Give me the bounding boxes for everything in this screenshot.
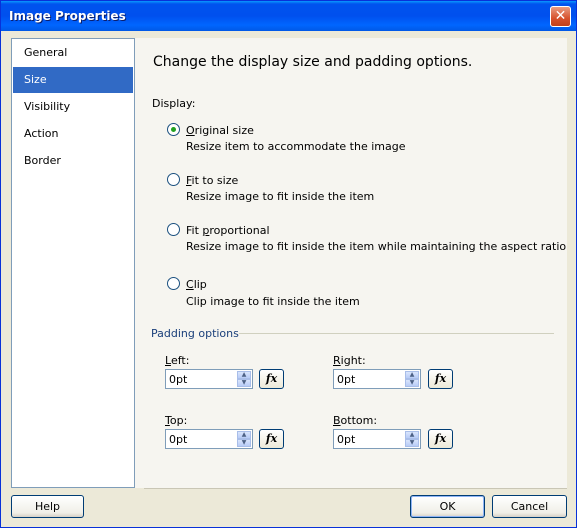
page-title: Change the display size and padding opti… bbox=[153, 54, 473, 70]
close-button[interactable]: ✕ bbox=[550, 6, 571, 27]
clip-desc: Clip image to fit inside the item bbox=[186, 295, 360, 308]
left-increment-button[interactable]: ▲ bbox=[237, 371, 251, 379]
fx-icon: fx bbox=[265, 372, 278, 385]
left-padding-value: 0pt bbox=[169, 373, 188, 386]
arrow-down-icon: ▼ bbox=[409, 439, 415, 446]
footer-divider bbox=[144, 488, 567, 489]
top-padding-value: 0pt bbox=[169, 433, 188, 446]
padding-options-label: Padding options bbox=[151, 327, 239, 340]
fx-icon: fx bbox=[434, 372, 447, 385]
left-decrement-button[interactable]: ▼ bbox=[237, 379, 251, 387]
close-icon: ✕ bbox=[554, 8, 567, 24]
top-label: Top: bbox=[165, 414, 188, 427]
left-expression-button[interactable]: fx bbox=[259, 369, 284, 389]
original-size-desc: Resize item to accommodate the image bbox=[186, 140, 406, 153]
padding-group-divider bbox=[239, 333, 554, 334]
clip-label[interactable]: Clip bbox=[186, 278, 207, 291]
arrow-down-icon: ▼ bbox=[409, 379, 415, 386]
right-decrement-button[interactable]: ▼ bbox=[405, 379, 419, 387]
arrow-up-icon: ▲ bbox=[409, 431, 415, 438]
clip-radio[interactable] bbox=[167, 277, 180, 290]
sidebar-item-general[interactable]: General bbox=[13, 40, 133, 66]
bottom-decrement-button[interactable]: ▼ bbox=[405, 439, 419, 447]
arrow-up-icon: ▲ bbox=[241, 371, 247, 378]
cancel-button[interactable]: Cancel bbox=[492, 495, 567, 518]
dialog-window: Image Properties ✕ General Size Visibili… bbox=[0, 0, 577, 528]
window-title: Image Properties bbox=[9, 9, 126, 23]
right-expression-button[interactable]: fx bbox=[428, 369, 453, 389]
fx-icon: fx bbox=[434, 432, 447, 445]
bottom-increment-button[interactable]: ▲ bbox=[405, 431, 419, 439]
left-label: Left: bbox=[165, 354, 190, 367]
right-padding-value: 0pt bbox=[337, 373, 356, 386]
top-decrement-button[interactable]: ▼ bbox=[237, 439, 251, 447]
title-bar[interactable]: Image Properties ✕ bbox=[1, 1, 576, 31]
help-button[interactable]: Help bbox=[11, 495, 84, 518]
original-size-label[interactable]: Original size bbox=[186, 124, 254, 137]
fit-proportional-label[interactable]: Fit proportional bbox=[186, 224, 270, 237]
fx-icon: fx bbox=[265, 432, 278, 445]
bottom-padding-input[interactable]: 0pt ▲ ▼ bbox=[333, 429, 421, 449]
main-panel: Change the display size and padding opti… bbox=[135, 38, 567, 488]
fit-to-size-desc: Resize image to fit inside the item bbox=[186, 190, 375, 203]
right-label: Right: bbox=[333, 354, 366, 367]
arrow-up-icon: ▲ bbox=[241, 431, 247, 438]
display-label: Display: bbox=[152, 97, 196, 110]
sidebar-item-border[interactable]: Border bbox=[13, 148, 133, 174]
original-size-radio[interactable] bbox=[167, 123, 180, 136]
bottom-label: Bottom: bbox=[333, 414, 378, 427]
left-padding-input[interactable]: 0pt ▲ ▼ bbox=[165, 369, 253, 389]
fit-to-size-label[interactable]: Fit to size bbox=[186, 174, 238, 187]
arrow-up-icon: ▲ bbox=[409, 371, 415, 378]
bottom-padding-value: 0pt bbox=[337, 433, 356, 446]
fit-proportional-desc: Resize image to fit inside the item whil… bbox=[186, 240, 567, 253]
sidebar-nav: General Size Visibility Action Border bbox=[11, 38, 135, 488]
top-expression-button[interactable]: fx bbox=[259, 429, 284, 449]
fit-to-size-radio[interactable] bbox=[167, 173, 180, 186]
sidebar-item-action[interactable]: Action bbox=[13, 121, 133, 147]
fit-proportional-radio[interactable] bbox=[167, 223, 180, 236]
ok-button[interactable]: OK bbox=[410, 495, 485, 518]
sidebar-item-visibility[interactable]: Visibility bbox=[13, 94, 133, 120]
bottom-expression-button[interactable]: fx bbox=[428, 429, 453, 449]
top-increment-button[interactable]: ▲ bbox=[237, 431, 251, 439]
sidebar-item-size[interactable]: Size bbox=[13, 67, 133, 93]
right-increment-button[interactable]: ▲ bbox=[405, 371, 419, 379]
arrow-down-icon: ▼ bbox=[241, 439, 247, 446]
top-padding-input[interactable]: 0pt ▲ ▼ bbox=[165, 429, 253, 449]
right-padding-input[interactable]: 0pt ▲ ▼ bbox=[333, 369, 421, 389]
arrow-down-icon: ▼ bbox=[241, 379, 247, 386]
